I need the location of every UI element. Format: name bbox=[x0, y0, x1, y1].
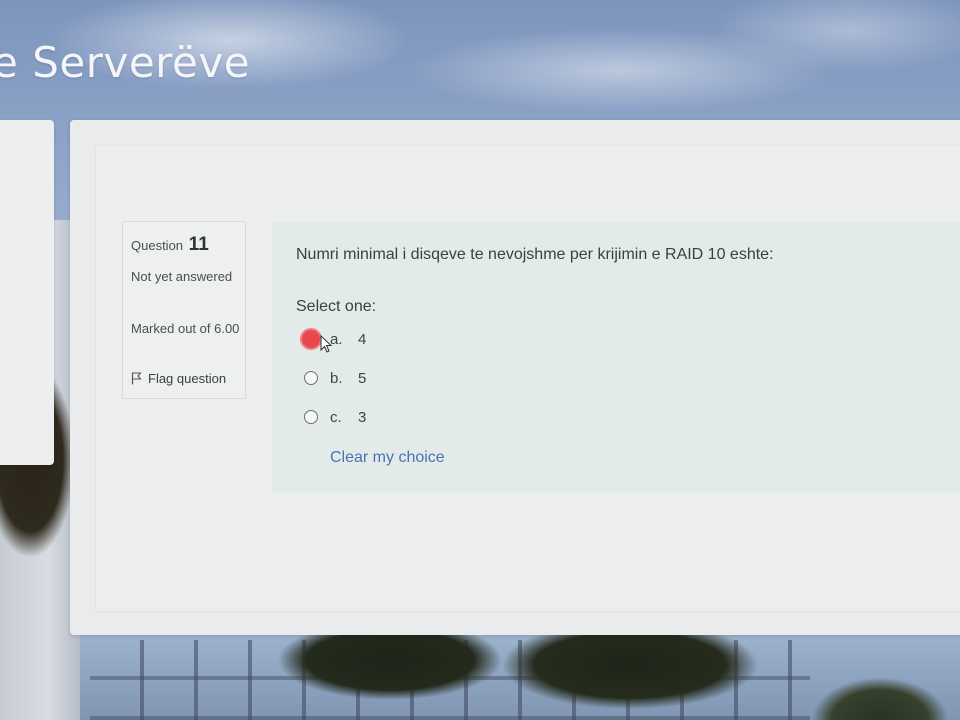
radio-button[interactable] bbox=[304, 371, 318, 385]
question-number: 11 bbox=[188, 234, 209, 255]
option-letter: c. bbox=[330, 408, 342, 426]
mouse-pointer-icon bbox=[320, 335, 333, 353]
answer-option-b[interactable]: b. 5 bbox=[304, 367, 366, 389]
option-value: 4 bbox=[358, 330, 367, 348]
select-prompt: Select one: bbox=[296, 298, 377, 315]
question-content: Numri minimal i disqeve te nevojshme per… bbox=[272, 222, 960, 492]
flag-icon bbox=[131, 372, 142, 385]
sidebar-card bbox=[0, 120, 54, 465]
option-value: 3 bbox=[358, 408, 367, 426]
answer-option-a[interactable]: a. 4 bbox=[300, 328, 367, 350]
background-trees bbox=[270, 630, 770, 720]
clear-choice-link[interactable]: Clear my choice bbox=[330, 449, 445, 467]
site-title: e Serverëve bbox=[0, 38, 251, 87]
question-number-line: Question 11 bbox=[131, 234, 209, 256]
question-state: Not yet answered bbox=[131, 269, 233, 284]
question-grade: Marked out of 6.00 bbox=[131, 321, 240, 336]
answer-option-c[interactable]: c. 3 bbox=[304, 406, 366, 428]
flag-question-label: Flag question bbox=[148, 371, 227, 386]
radio-button-selected[interactable] bbox=[300, 328, 322, 350]
question-label: Question bbox=[131, 238, 184, 253]
background-bush bbox=[800, 660, 960, 720]
option-value: 5 bbox=[358, 369, 367, 387]
question-text: Numri minimal i disqeve te nevojshme per… bbox=[296, 246, 774, 263]
radio-button[interactable] bbox=[304, 410, 318, 424]
option-letter: b. bbox=[330, 369, 343, 387]
question-info: Question 11 Not yet answered Marked out … bbox=[122, 221, 246, 399]
flag-question-link[interactable]: Flag question bbox=[131, 371, 226, 386]
